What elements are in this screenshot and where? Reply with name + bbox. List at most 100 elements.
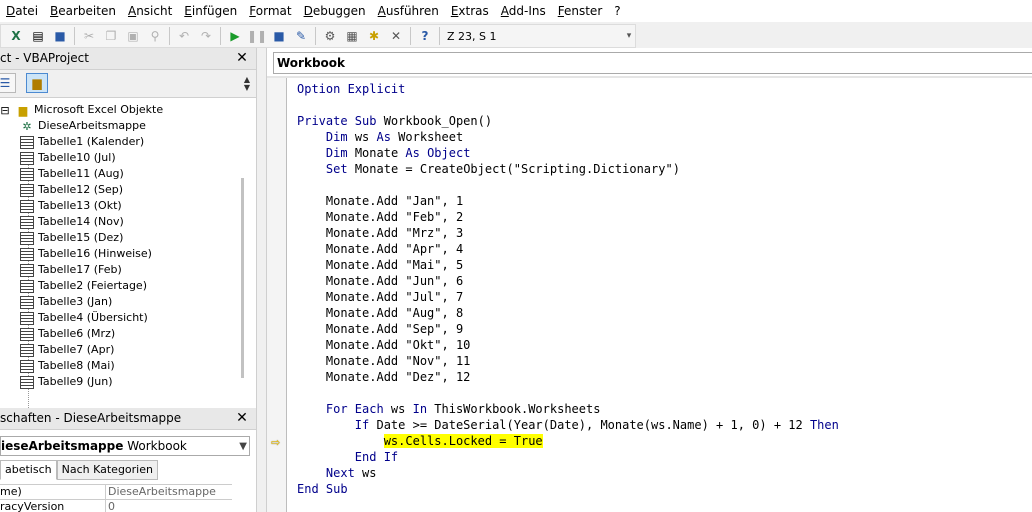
- code-line[interactable]: Monate.Add "Dez", 12: [297, 369, 1031, 385]
- menu-item[interactable]: Ausführen: [372, 0, 445, 22]
- code-line[interactable]: Monate.Add "Sep", 9: [297, 321, 1031, 337]
- tab-categorized[interactable]: Nach Kategorien: [56, 460, 158, 480]
- view-object-button[interactable]: ☰: [0, 73, 16, 93]
- code-text: Monate.Add "Jun", 6: [297, 274, 464, 288]
- menu-item[interactable]: Fenster: [552, 0, 609, 22]
- properties-window-icon[interactable]: ▦: [342, 26, 362, 46]
- code-line[interactable]: Set Monate = CreateObject("Scripting.Dic…: [297, 161, 1031, 177]
- code-line[interactable]: Monate.Add "Aug", 8: [297, 305, 1031, 321]
- tree-item-label: Tabelle3 (Jan): [38, 295, 113, 308]
- expand-icon[interactable]: ⊟: [0, 104, 12, 117]
- tree-item[interactable]: Tabelle11 (Aug): [20, 166, 124, 182]
- property-row[interactable]: me) DieseArbeitsmappe: [0, 485, 232, 500]
- copy-icon[interactable]: ❐: [101, 26, 121, 46]
- code-keyword: For Each: [325, 402, 384, 416]
- code-margin-indicator-bar[interactable]: ⇨: [267, 78, 287, 512]
- menu-item[interactable]: Datei: [0, 0, 44, 22]
- menu-item[interactable]: Extras: [445, 0, 495, 22]
- code-line[interactable]: Private Sub Workbook_Open(): [297, 113, 1031, 129]
- run-icon[interactable]: ▶: [225, 26, 245, 46]
- chevron-down-icon[interactable]: ▼: [239, 438, 247, 455]
- tree-item[interactable]: Tabelle3 (Jan): [20, 294, 112, 310]
- property-value[interactable]: DieseArbeitsmappe: [106, 485, 216, 499]
- code-line[interactable]: ws.Cells.Locked = True: [297, 433, 1031, 449]
- tree-item[interactable]: Tabelle1 (Kalender): [20, 134, 144, 150]
- toggle-folders-button[interactable]: ▆: [26, 73, 48, 93]
- code-line[interactable]: Monate.Add "Jan", 1: [297, 193, 1031, 209]
- tree-item[interactable]: Tabelle9 (Jun): [20, 374, 113, 390]
- property-value[interactable]: 0: [106, 500, 115, 512]
- undo-icon[interactable]: ↶: [174, 26, 194, 46]
- view-excel-icon[interactable]: X: [6, 26, 26, 46]
- code-line[interactable]: [297, 177, 1031, 193]
- object-dropdown[interactable]: Workbook: [273, 52, 1032, 74]
- tree-item[interactable]: Tabelle14 (Nov): [20, 214, 124, 230]
- code-line[interactable]: For Each ws In ThisWorkbook.Worksheets: [297, 401, 1031, 417]
- code-line[interactable]: Dim ws As Worksheet: [297, 129, 1031, 145]
- code-line[interactable]: Monate.Add "Jul", 7: [297, 289, 1031, 305]
- code-line[interactable]: Monate.Add "Apr", 4: [297, 241, 1031, 257]
- help-icon[interactable]: ?: [415, 26, 435, 46]
- tree-item[interactable]: ✲ DieseArbeitsmappe: [20, 118, 146, 134]
- close-icon[interactable]: ✕: [234, 50, 250, 66]
- toolbar-separator: [410, 27, 411, 45]
- object-browser-icon[interactable]: ✱: [364, 26, 384, 46]
- menu-item[interactable]: ?: [608, 0, 626, 22]
- tree-item[interactable]: Tabelle15 (Dez): [20, 230, 123, 246]
- code-line[interactable]: [297, 385, 1031, 401]
- redo-icon[interactable]: ↷: [196, 26, 216, 46]
- code-line[interactable]: Next ws: [297, 465, 1031, 481]
- code-line[interactable]: Monate.Add "Mai", 5: [297, 257, 1031, 273]
- find-icon[interactable]: ⚲: [145, 26, 165, 46]
- save-icon[interactable]: ■: [50, 26, 70, 46]
- tree-folder-excel-objects[interactable]: ⊟ ▆ Microsoft Excel Objekte: [0, 102, 163, 118]
- tree-item[interactable]: Tabelle2 (Feiertage): [20, 278, 147, 294]
- code-line[interactable]: End Sub: [297, 481, 1031, 497]
- tree-item[interactable]: Tabelle12 (Sep): [20, 182, 123, 198]
- tab-alphabetic[interactable]: abetisch: [0, 460, 57, 480]
- code-editor[interactable]: Option Explicit Private Sub Workbook_Open…: [297, 81, 1031, 497]
- tree-item[interactable]: Tabelle7 (Apr): [20, 342, 114, 358]
- paste-icon[interactable]: ▣: [123, 26, 143, 46]
- properties-object-select[interactable]: ieseArbeitsmappe Workbook ▼: [0, 436, 250, 456]
- code-line[interactable]: Monate.Add "Feb", 2: [297, 209, 1031, 225]
- cut-icon[interactable]: ✂: [79, 26, 99, 46]
- toolbox-icon[interactable]: ✕: [386, 26, 406, 46]
- menu-item[interactable]: Bearbeiten: [44, 0, 122, 22]
- code-text: Monate: [347, 146, 406, 160]
- insert-module-icon[interactable]: ▤: [28, 26, 48, 46]
- property-row[interactable]: racyVersion 0: [0, 500, 232, 512]
- toolbar-overflow-icon[interactable]: ▾: [625, 27, 633, 45]
- tree-item[interactable]: Tabelle10 (Jul): [20, 150, 116, 166]
- code-line[interactable]: End If: [297, 449, 1031, 465]
- sheet-icon: [20, 167, 34, 181]
- design-mode-icon[interactable]: ✎: [291, 26, 311, 46]
- code-line[interactable]: Dim Monate As Object: [297, 145, 1031, 161]
- menu-item[interactable]: Einfügen: [178, 0, 243, 22]
- code-line[interactable]: Monate.Add "Okt", 10: [297, 337, 1031, 353]
- tree-item[interactable]: Tabelle17 (Feb): [20, 262, 122, 278]
- code-line[interactable]: [297, 97, 1031, 113]
- menu-item[interactable]: Add-Ins: [495, 0, 552, 22]
- project-explorer-icon[interactable]: ⚙: [320, 26, 340, 46]
- close-icon[interactable]: ✕: [234, 410, 250, 426]
- code-line[interactable]: Monate.Add "Mrz", 3: [297, 225, 1031, 241]
- menu-item[interactable]: Ansicht: [122, 0, 178, 22]
- code-line[interactable]: Monate.Add "Jun", 6: [297, 273, 1031, 289]
- menu-item[interactable]: Debuggen: [298, 0, 372, 22]
- project-scrollbar[interactable]: [238, 128, 246, 408]
- tree-item[interactable]: Tabelle13 (Okt): [20, 198, 122, 214]
- tree-item[interactable]: Tabelle4 (Übersicht): [20, 310, 148, 326]
- reset-icon[interactable]: ■: [269, 26, 289, 46]
- code-line[interactable]: If Date >= DateSerial(Year(Date), Monate…: [297, 417, 1031, 433]
- scroll-down-icon[interactable]: ▲ ▼: [242, 76, 252, 92]
- menu-item[interactable]: Format: [243, 0, 297, 22]
- tree-item[interactable]: Tabelle8 (Mai): [20, 358, 115, 374]
- tree-item[interactable]: Tabelle6 (Mrz): [20, 326, 115, 342]
- pause-icon[interactable]: ❚❚: [247, 26, 267, 46]
- code-line[interactable]: Option Explicit: [297, 81, 1031, 97]
- code-keyword: As: [376, 130, 391, 144]
- scrollbar-thumb[interactable]: [241, 178, 244, 378]
- code-line[interactable]: Monate.Add "Nov", 11: [297, 353, 1031, 369]
- tree-item[interactable]: Tabelle16 (Hinweise): [20, 246, 152, 262]
